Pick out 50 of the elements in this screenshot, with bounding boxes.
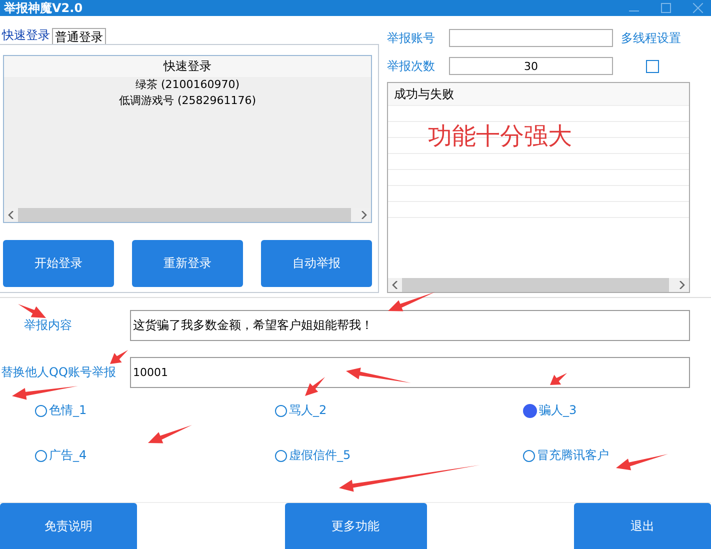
- action-button[interactable]: 重新登录: [132, 240, 243, 287]
- input-field[interactable]: [449, 29, 613, 47]
- radio-option[interactable]: 冒充腾讯客户: [523, 447, 703, 464]
- radio-icon[interactable]: [275, 450, 287, 462]
- list-header: 成功与失败: [388, 83, 689, 106]
- arrow: [346, 368, 411, 383]
- action-button[interactable]: 自动举报: [261, 240, 372, 287]
- input-field[interactable]: 30: [449, 57, 613, 75]
- radio-option[interactable]: 广告_4: [35, 447, 275, 464]
- arrow: [110, 350, 128, 364]
- action-button[interactable]: 开始登录: [3, 240, 114, 287]
- arrow: [18, 304, 46, 318]
- settings-label: 多线程设置: [621, 30, 681, 46]
- list-item[interactable]: 绿茶 (2100160970): [4, 77, 371, 93]
- field-label: 举报内容: [23, 317, 73, 334]
- checkbox[interactable]: [646, 60, 659, 72]
- field-label: 替换他人QQ账号举报: [0, 364, 117, 381]
- field-label: 举报账号: [387, 30, 436, 46]
- radio-icon[interactable]: [35, 404, 47, 416]
- scroll-left-icon[interactable]: [392, 281, 398, 289]
- scroll-right-icon[interactable]: [361, 211, 367, 219]
- radio-option[interactable]: 色情_1: [35, 402, 275, 419]
- list-header: 快速登录: [4, 56, 371, 77]
- footer-button[interactable]: 退出: [574, 503, 711, 549]
- radio-icon[interactable]: [523, 404, 537, 418]
- footer-button[interactable]: 更多功能: [284, 503, 426, 549]
- input-field[interactable]: 这货骗了我多数金额，希望客户姐姐能帮我！: [130, 310, 690, 341]
- tab[interactable]: 快速登录: [0, 26, 52, 44]
- arrow: [305, 377, 325, 396]
- arrow: [616, 454, 668, 470]
- field-label: 举报次数: [387, 58, 436, 74]
- arrow: [388, 292, 435, 312]
- radio-option[interactable]: 骗人_3: [523, 402, 703, 419]
- arrow: [550, 373, 567, 385]
- horizontal-scrollbar[interactable]: [388, 278, 689, 292]
- list-item[interactable]: 低调游戏号 (2582961176): [4, 93, 371, 109]
- radio-icon[interactable]: [35, 450, 47, 462]
- arrow: [12, 386, 78, 400]
- radio-option[interactable]: 虚假信件_5: [275, 447, 523, 464]
- scroll-right-icon[interactable]: [679, 281, 685, 289]
- footer-button[interactable]: 免责说明: [0, 503, 137, 549]
- caption-text: 功能十分强大: [428, 121, 572, 152]
- scroll-left-icon[interactable]: [8, 211, 14, 219]
- radio-option[interactable]: 骂人_2: [275, 402, 523, 419]
- arrow: [148, 425, 192, 444]
- window-title: 举报神魔V2.0: [4, 0, 83, 16]
- input-field[interactable]: 10001: [130, 357, 690, 388]
- tab[interactable]: 普通登录: [52, 28, 106, 44]
- radio-icon[interactable]: [275, 404, 287, 416]
- radio-icon[interactable]: [523, 450, 535, 462]
